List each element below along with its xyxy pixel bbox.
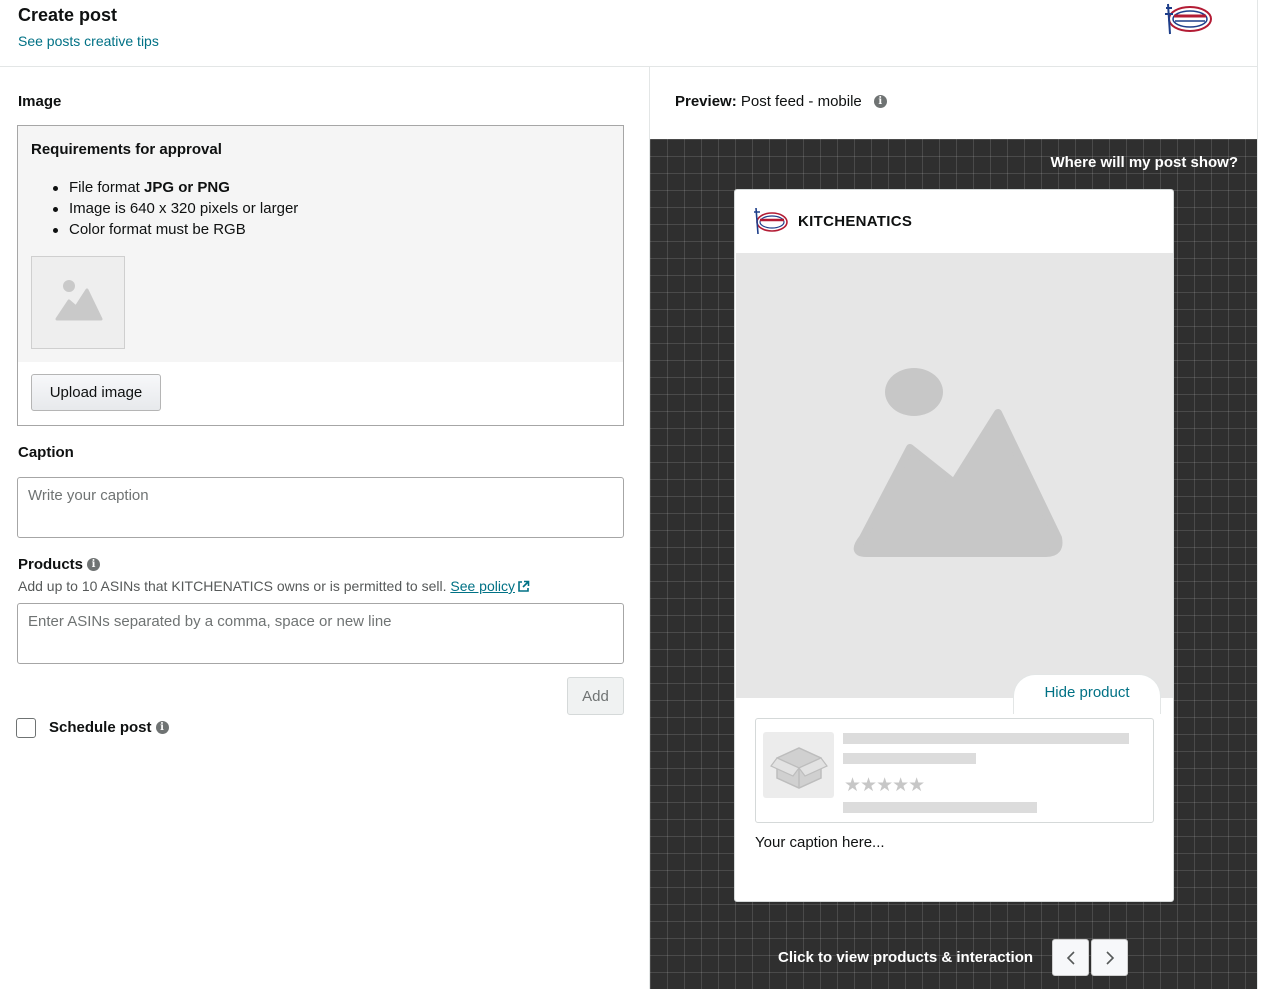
brand-logo [1165, 3, 1212, 35]
requirements-list: File format JPG or PNG Image is 640 x 32… [51, 177, 298, 240]
products-hint: Add up to 10 ASINs that KITCHENATICS own… [18, 578, 530, 594]
schedule-post-checkbox[interactable] [16, 718, 36, 738]
preview-mode: Post feed - mobile [740, 93, 862, 110]
product-price-skeleton [843, 802, 1037, 813]
caption-section-label: Caption [18, 444, 74, 461]
next-preview-button[interactable] [1091, 939, 1128, 976]
see-policy-link[interactable]: See policy [450, 578, 530, 594]
schedule-post-label: Schedule post i [49, 719, 169, 736]
products-section-label: Products i [18, 556, 101, 573]
asin-input[interactable] [17, 603, 624, 664]
product-preview-card: ★★★★★ [755, 718, 1154, 823]
image-placeholder-icon [55, 280, 103, 321]
caption-input[interactable] [17, 477, 624, 538]
requirements-area: Requirements for approval File format JP… [18, 126, 623, 362]
where-will-post-show-link[interactable]: Where will my post show? [1050, 154, 1238, 171]
preview-area: Where will my post show? KITCHENATICS Hi… [650, 139, 1257, 989]
upload-image-button[interactable]: Upload image [31, 374, 161, 411]
post-image-placeholder [736, 253, 1173, 698]
brand-name: KITCHENATICS [798, 213, 913, 230]
caption-preview: Your caption here... [755, 834, 885, 851]
requirement-dimensions: Image is 640 x 320 pixels or larger [51, 198, 298, 219]
image-upload-box: Requirements for approval File format JP… [17, 125, 624, 426]
right-divider [1257, 0, 1258, 989]
rating-stars-icon: ★★★★★ [844, 774, 925, 796]
requirement-color-format: Color format must be RGB [51, 219, 298, 240]
preview-header: Preview: Post feed - mobile i [675, 93, 887, 110]
post-preview-card: KITCHENATICS Hide product ★★★★★ Your cap… [734, 189, 1174, 902]
preview-info-icon[interactable]: i [873, 95, 887, 108]
product-subtitle-skeleton [843, 753, 976, 764]
brand-avatar [754, 207, 788, 235]
page-title: Create post [18, 5, 118, 25]
previous-preview-button[interactable] [1052, 939, 1089, 976]
requirements-title: Requirements for approval [31, 141, 222, 158]
external-link-icon [518, 580, 530, 592]
hide-product-button[interactable]: Hide product [1013, 674, 1161, 714]
view-products-hint: Click to view products & interaction [778, 949, 1034, 966]
products-info-icon[interactable]: i [87, 558, 101, 571]
image-thumbnail-placeholder [31, 256, 125, 349]
requirement-file-format: File format JPG or PNG [51, 177, 298, 198]
product-box-icon [763, 732, 834, 798]
schedule-info-icon[interactable]: i [155, 721, 169, 734]
chevron-right-icon [1105, 950, 1114, 965]
add-asin-button[interactable]: Add [567, 677, 624, 715]
product-title-skeleton [843, 733, 1129, 744]
image-placeholder-icon [853, 368, 1063, 557]
page-header: Create post See posts creative tips [0, 0, 1257, 67]
chevron-left-icon [1066, 950, 1075, 965]
image-section-label: Image [18, 93, 62, 110]
creative-tips-link[interactable]: See posts creative tips [18, 33, 159, 49]
